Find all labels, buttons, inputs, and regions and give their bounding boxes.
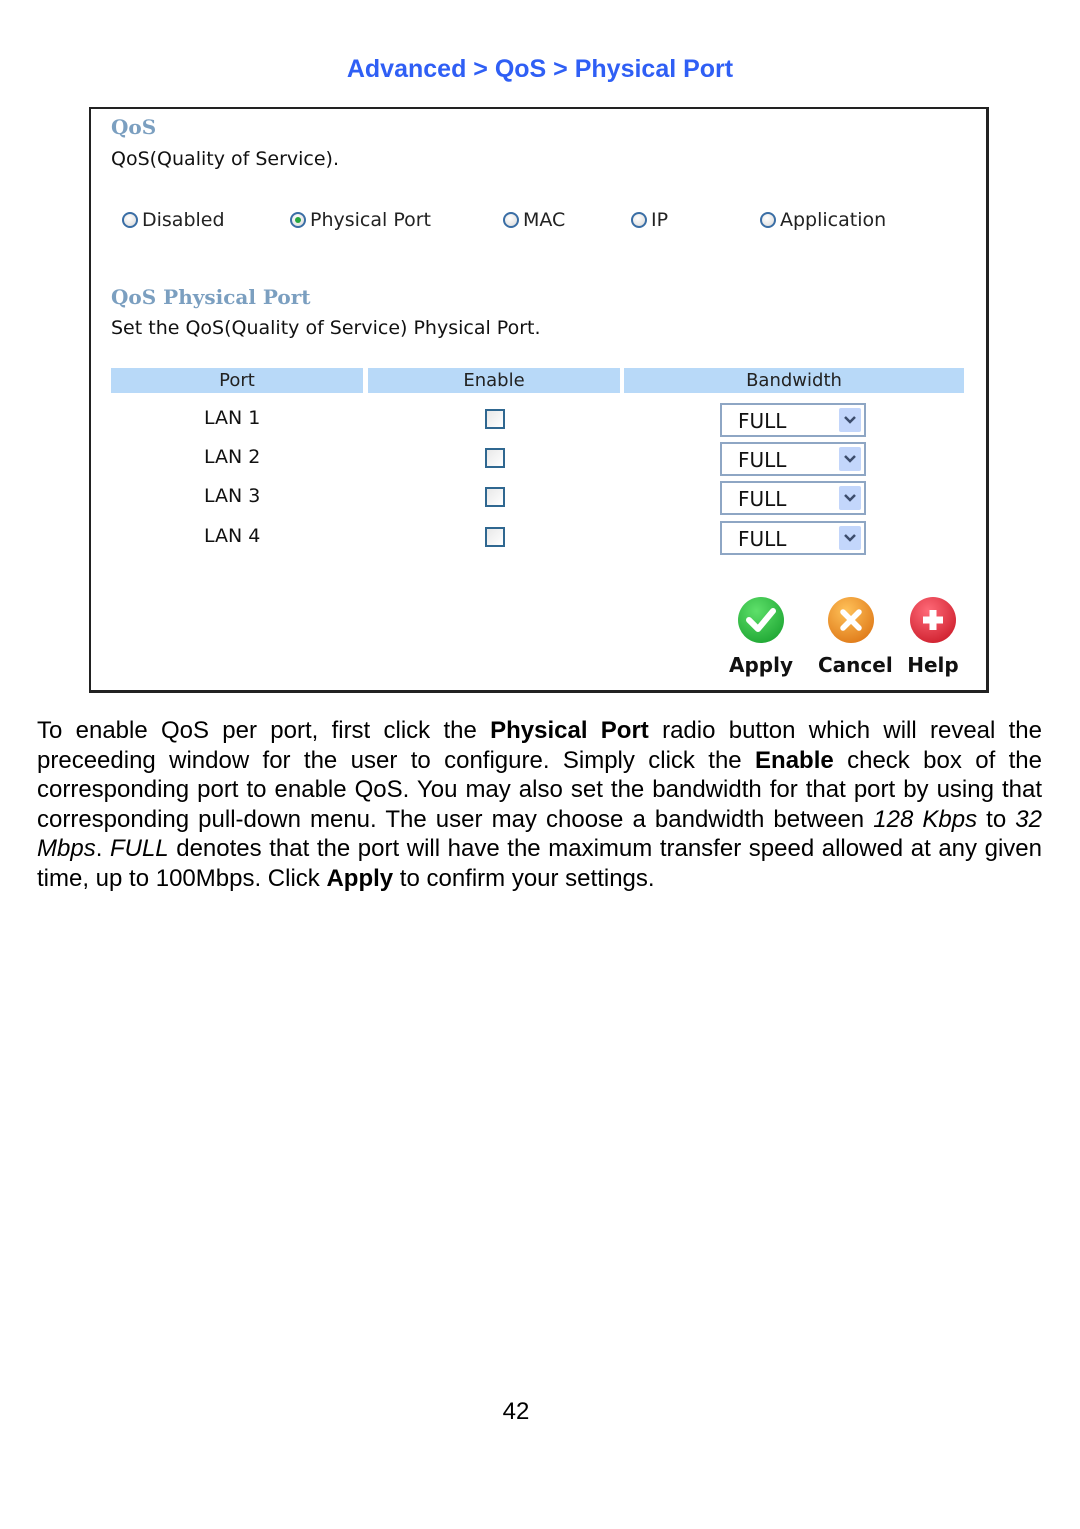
enable-checkbox[interactable] <box>485 527 505 547</box>
radio-label: Disabled <box>142 209 225 231</box>
qos-mode-radio-group: Disabled Physical Port MAC IP Applicatio… <box>91 209 991 239</box>
physical-port-section-title: QoS Physical Port <box>111 285 311 309</box>
breadcrumb: Advanced > QoS > Physical Port <box>346 55 734 83</box>
enable-checkbox[interactable] <box>485 409 505 429</box>
radio-icon[interactable] <box>760 212 776 228</box>
bandwidth-value: FULL <box>738 487 787 511</box>
chevron-down-icon[interactable] <box>839 486 861 510</box>
radio-icon[interactable] <box>631 212 647 228</box>
table-row: LAN 2 FULL <box>91 442 991 478</box>
qos-settings-panel: QoS QoS(Quality of Service). Disabled Ph… <box>89 107 989 693</box>
emphasis-apply: Apply <box>326 864 394 892</box>
port-name: LAN 2 <box>204 446 261 468</box>
enable-checkbox[interactable] <box>485 448 505 468</box>
port-name: LAN 3 <box>204 485 261 507</box>
text: to <box>977 805 1016 833</box>
radio-physical-port[interactable]: Physical Port <box>290 209 431 231</box>
radio-ip[interactable]: IP <box>631 209 668 231</box>
chevron-down-icon[interactable] <box>839 408 861 432</box>
qos-section-description: QoS(Quality of Service). <box>111 148 340 170</box>
cancel-button[interactable]: Cancel <box>818 597 893 677</box>
help-label: Help <box>907 653 959 677</box>
radio-label: MAC <box>523 209 566 231</box>
bandwidth-select[interactable]: FULL <box>720 521 866 555</box>
instructions-paragraph: To enable QoS per port, first click the … <box>37 716 1042 893</box>
physical-port-section-description: Set the QoS(Quality of Service) Physical… <box>111 317 541 339</box>
text: To enable QoS per port, first click the <box>37 717 491 744</box>
radio-disabled[interactable]: Disabled <box>122 209 225 231</box>
checkmark-icon <box>738 597 784 643</box>
radio-label: IP <box>651 209 669 231</box>
chevron-down-icon[interactable] <box>839 526 861 550</box>
radio-label: Physical Port <box>310 209 431 231</box>
radio-selected-icon[interactable] <box>290 212 306 228</box>
radio-application[interactable]: Application <box>760 209 886 231</box>
column-header-bandwidth: Bandwidth <box>624 368 964 393</box>
emphasis-physical-port: Physical Port <box>490 717 649 744</box>
emphasis-enable: Enable <box>755 746 834 774</box>
bandwidth-select[interactable]: FULL <box>720 442 866 476</box>
table-header: Port Enable Bandwidth <box>111 368 964 393</box>
table-row: LAN 4 FULL <box>91 521 991 557</box>
table-row: LAN 3 FULL <box>91 481 991 517</box>
qos-section-title: QoS <box>111 115 157 139</box>
emphasis-full: FULL <box>109 835 169 862</box>
emphasis-min-bandwidth: 128 Kbps <box>873 805 978 833</box>
chevron-down-icon[interactable] <box>839 447 861 471</box>
column-header-enable: Enable <box>368 368 620 393</box>
radio-mac[interactable]: MAC <box>503 209 565 231</box>
close-icon <box>828 597 874 643</box>
table-row: LAN 1 FULL <box>91 403 991 439</box>
plus-icon <box>910 597 956 643</box>
bandwidth-value: FULL <box>738 527 787 551</box>
radio-label: Application <box>780 209 887 231</box>
enable-checkbox[interactable] <box>485 487 505 507</box>
cancel-label: Cancel <box>818 653 893 677</box>
port-name: LAN 4 <box>204 525 261 547</box>
radio-icon[interactable] <box>503 212 519 228</box>
bandwidth-select[interactable]: FULL <box>720 403 866 437</box>
page-number: 42 <box>502 1398 530 1425</box>
column-header-port: Port <box>111 368 363 393</box>
bandwidth-value: FULL <box>738 448 787 472</box>
text: to confirm your settings. <box>393 864 655 892</box>
help-button[interactable]: Help <box>900 597 966 677</box>
port-name: LAN 1 <box>204 407 261 429</box>
bandwidth-value: FULL <box>738 409 787 433</box>
apply-button[interactable]: Apply <box>728 597 794 677</box>
apply-label: Apply <box>728 653 793 677</box>
bandwidth-select[interactable]: FULL <box>720 481 866 515</box>
text: . <box>95 835 110 862</box>
radio-icon[interactable] <box>122 212 138 228</box>
